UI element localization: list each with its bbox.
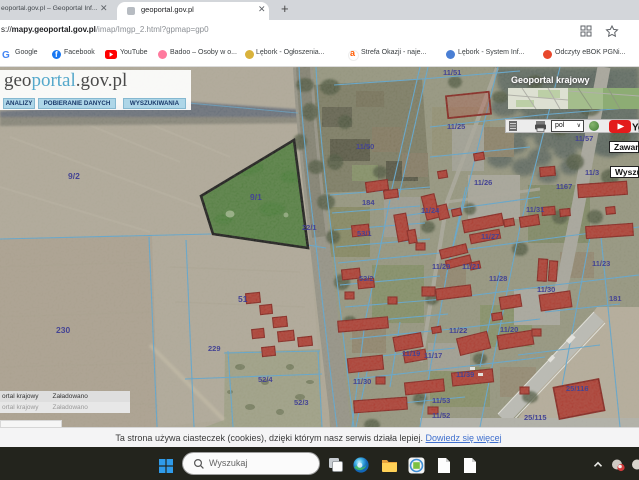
svg-text:G: G <box>2 50 10 60</box>
svg-text:You: You <box>632 123 639 134</box>
